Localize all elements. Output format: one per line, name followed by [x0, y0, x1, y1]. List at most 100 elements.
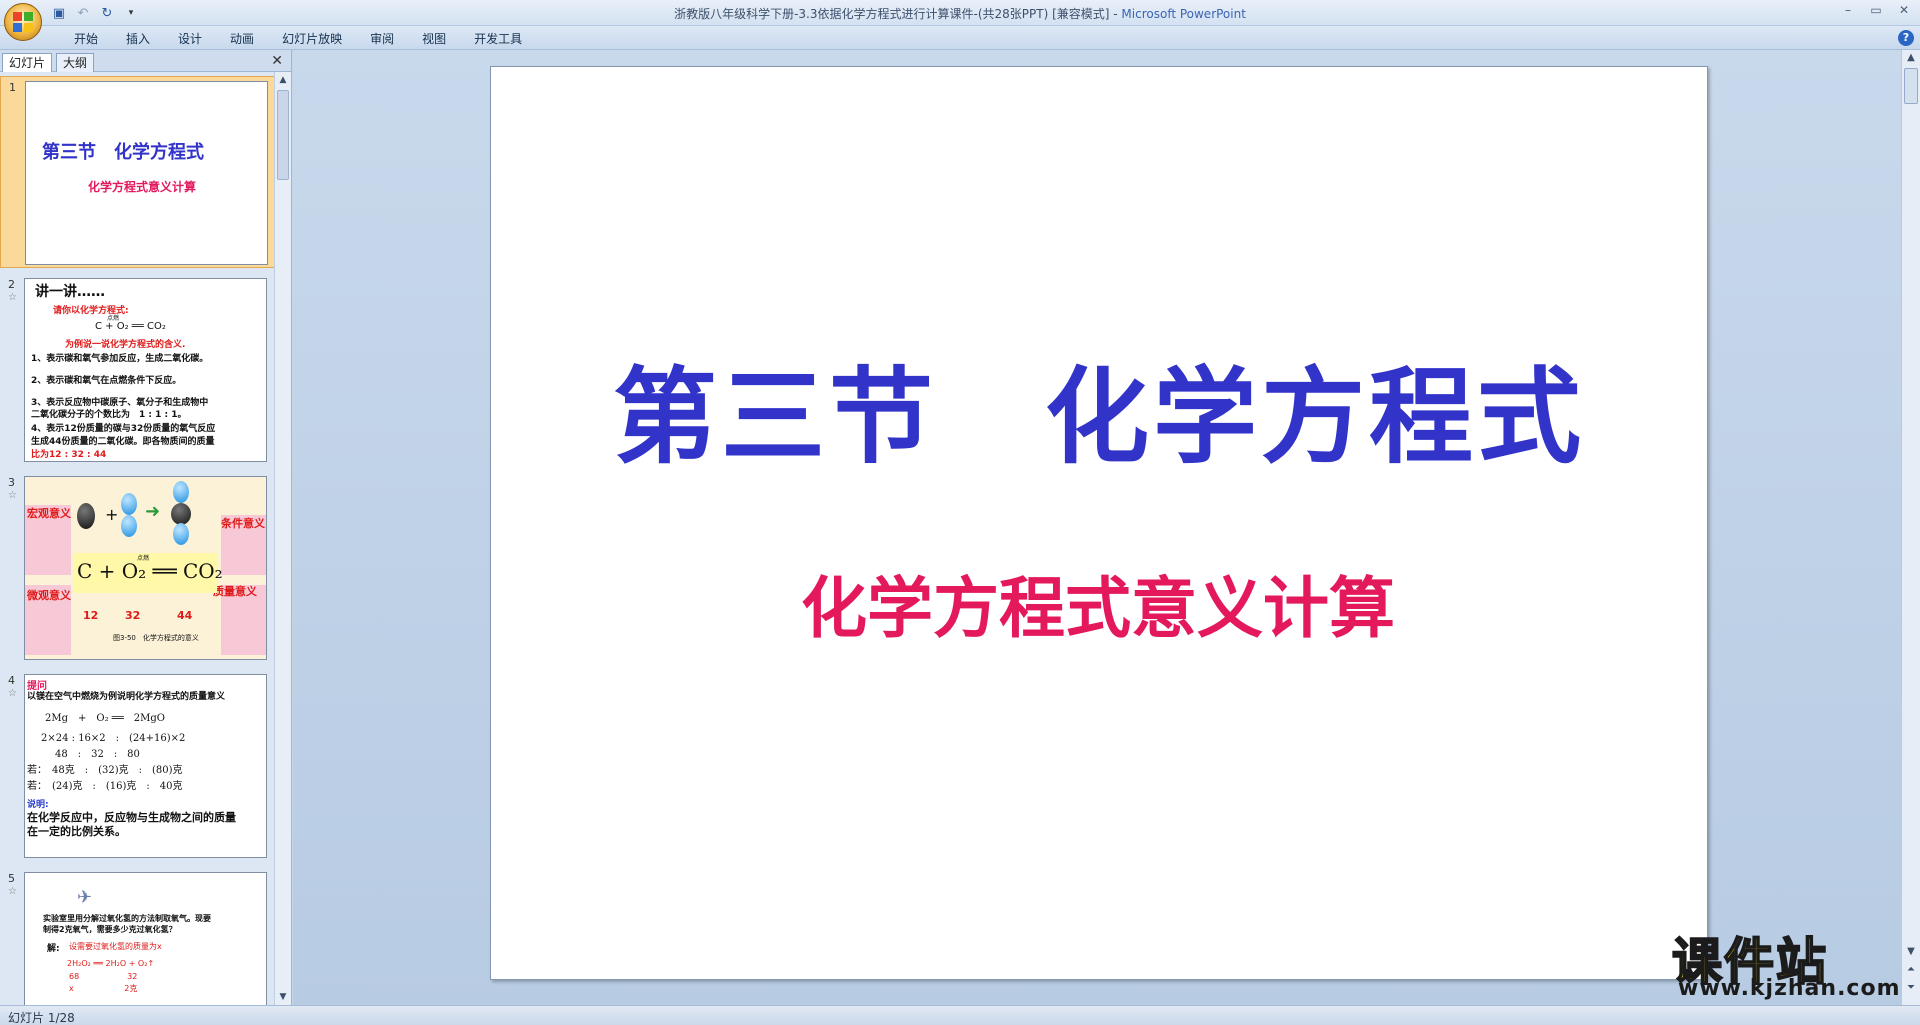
thumb-label-mass: 质量意义 — [213, 585, 257, 598]
tab-developer[interactable]: 开发工具 — [460, 30, 536, 48]
tab-outline[interactable]: 大纲 — [56, 53, 95, 72]
watermark-logo: 课件站 www.kjzhan.com — [1670, 922, 1910, 1006]
thumb-line: 若： 48克 : (32)克 : (80)克 — [27, 765, 183, 776]
close-icon[interactable]: ✕ — [271, 53, 283, 69]
status-bar: 幻灯片 1/28 — [0, 1005, 1920, 1025]
thumb-label-macro: 宏观意义 — [27, 507, 71, 520]
carbon-atom-icon — [171, 503, 191, 525]
thumb-calc: 2H₂O₂ ══ 2H₂O + O₂↑ — [67, 959, 155, 968]
app-name: Microsoft PowerPoint — [1121, 7, 1246, 21]
scroll-up-icon[interactable]: ▲ — [1902, 52, 1920, 63]
oxygen-atom-icon — [121, 515, 137, 537]
oxygen-atom-icon — [121, 493, 137, 515]
oxygen-atom-icon — [173, 523, 189, 545]
slide-thumbnail-3[interactable]: 3 ☆ 宏观意义 条件意义 微观意义 质量意义 + ➜ 点燃 C + O₂ ══… — [0, 472, 275, 664]
thumb-solve: 解: — [47, 944, 60, 954]
thumb-point: 1、表示碳和氧气参加反应，生成二氧化碳。 — [31, 354, 209, 364]
thumb-line: 2×24 : 16×2 : (24+16)×2 — [41, 733, 186, 744]
slide-subtitle[interactable]: 化学方程式意义计算 — [801, 555, 1395, 651]
thumb-heading: 讲一讲…… — [35, 284, 105, 300]
thumb-point: 2、表示碳和氧气在点燃条件下反应。 — [31, 376, 182, 386]
slide-thumbnail-1[interactable]: 1 第三节 化学方程式 化学方程式意义计算 — [0, 76, 275, 268]
ribbon-tab-bar: 开始 插入 设计 动画 幻灯片放映 审阅 视图 开发工具 ? — [0, 26, 1920, 50]
slide-number: 2 — [8, 278, 15, 291]
plus-icon: + — [105, 505, 119, 524]
thumb-note: 在一定的比例关系。 — [27, 825, 126, 838]
slide-editor: 第三节 化学方程式 化学方程式意义计算 — [293, 50, 1901, 1005]
panel-tab-row: 幻灯片 大纲 ✕ — [0, 50, 291, 72]
tab-home[interactable]: 开始 — [60, 30, 112, 48]
thumb-point: 二氧化碳分子的个数比为 1 : 1 : 1。 — [31, 410, 187, 420]
tab-insert[interactable]: 插入 — [112, 30, 164, 48]
thumb-title: 第三节 化学方程式 — [42, 142, 204, 163]
thumb-subtitle: 化学方程式意义计算 — [88, 180, 197, 194]
thumbnail-scrollbar[interactable]: ▲ ▼ — [274, 72, 291, 1005]
thumb-equation: C + O₂ ══ CO₂ — [77, 559, 223, 583]
slide-number: 5 — [8, 872, 15, 885]
animation-star-icon: ☆ — [8, 688, 17, 699]
thumb-text: 制得2克氧气，需要多少克过氧化氢？ — [43, 925, 177, 934]
animation-star-icon: ☆ — [8, 292, 17, 303]
thumb-calc: 68 32 — [69, 972, 138, 981]
office-logo-icon — [13, 12, 33, 32]
thumb-point: 比为12 : 32 : 44 — [31, 450, 107, 460]
thumb-mass: 12 — [83, 609, 99, 622]
thumb-line: 48 : 32 : 80 — [55, 749, 140, 760]
thumb-mass: 32 — [125, 609, 141, 622]
window-controls: – ▭ ✕ — [1838, 2, 1914, 18]
title-bar: ▣ ↶ ↻ ▾ 浙教版八年级科学下册-3.3依据化学方程式进行计算课件-(共28… — [0, 0, 1920, 41]
document-title: 浙教版八年级科学下册-3.3依据化学方程式进行计算课件-(共28张PPT) [兼… — [674, 7, 1110, 21]
thumb-line: 2Mg + O₂ ══ 2MgO — [45, 713, 166, 724]
close-icon[interactable]: ✕ — [1894, 2, 1914, 18]
tab-slides[interactable]: 幻灯片 — [2, 53, 53, 72]
current-slide[interactable]: 第三节 化学方程式 化学方程式意义计算 — [490, 66, 1708, 980]
carbon-atom-icon — [77, 503, 95, 529]
thumb-solve-text: 设需要过氧化氢的质量为x — [69, 942, 162, 951]
thumb-point: 4、表示12份质量的碳与32份质量的氧气反应 — [31, 424, 216, 434]
window-title: 浙教版八年级科学下册-3.3依据化学方程式进行计算课件-(共28张PPT) [兼… — [0, 5, 1920, 22]
animation-star-icon: ☆ — [8, 886, 17, 897]
editor-scrollbar[interactable]: ▲ ▼ ⏶ ⏷ — [1901, 50, 1920, 1005]
thumb-equation: C + O₂ ══ CO₂ — [95, 321, 166, 332]
thumb-line: 若： (24)克 : (16)克 : 40克 — [27, 781, 183, 792]
tab-view[interactable]: 视图 — [408, 30, 460, 48]
thumb-label-micro: 微观意义 — [27, 589, 71, 602]
thumbnail-list: 1 第三节 化学方程式 化学方程式意义计算 2 ☆ 讲一讲…… 请你以化学方程式… — [0, 72, 275, 1005]
thumb-text: 实验室里用分解过氧化氢的方法制取氧气。现要 — [43, 914, 211, 923]
slide-preview: ✈ 实验室里用分解过氧化氢的方法制取氧气。现要 制得2克氧气，需要多少克过氧化氢… — [24, 872, 267, 1005]
slide-preview: 讲一讲…… 请你以化学方程式: 点燃 C + O₂ ══ CO₂ 为例说一说化学… — [24, 278, 267, 462]
slide-number: 4 — [8, 674, 15, 687]
decorative-figure-icon: ✈ — [77, 887, 93, 908]
slide-preview: 第三节 化学方程式 化学方程式意义计算 — [25, 81, 268, 265]
slide-counter: 幻灯片 1/28 — [8, 1011, 75, 1025]
slide-title[interactable]: 第三节 化学方程式 — [491, 332, 1707, 483]
minimize-icon[interactable]: – — [1838, 2, 1858, 18]
tab-animations[interactable]: 动画 — [216, 30, 268, 48]
scrollbar-thumb[interactable] — [277, 90, 289, 180]
tab-slideshow[interactable]: 幻灯片放映 — [268, 30, 356, 48]
help-icon[interactable]: ? — [1898, 30, 1914, 46]
slides-panel: 幻灯片 大纲 ✕ 1 第三节 化学方程式 化学方程式意义计算 2 ☆ 讲一讲……… — [0, 50, 292, 1005]
thumb-label-condition: 条件意义 — [221, 517, 265, 530]
slide-number: 3 — [8, 476, 15, 489]
slide-thumbnail-2[interactable]: 2 ☆ 讲一讲…… 请你以化学方程式: 点燃 C + O₂ ══ CO₂ 为例说… — [0, 274, 275, 466]
thumb-caption: 图3-50 化学方程式的意义 — [113, 634, 199, 642]
scrollbar-thumb[interactable] — [1904, 68, 1918, 104]
scroll-up-icon[interactable]: ▲ — [275, 72, 291, 88]
scroll-down-icon[interactable]: ▼ — [275, 989, 291, 1005]
thumb-mass: 44 — [177, 609, 193, 622]
maximize-icon[interactable]: ▭ — [1866, 2, 1886, 18]
oxygen-atom-icon — [173, 481, 189, 503]
slide-preview: 提问 以镁在空气中燃烧为例说明化学方程式的质量意义 2Mg + O₂ ══ 2M… — [24, 674, 267, 858]
thumb-point: 生成44份质量的二氧化碳。即各物质间的质量 — [31, 437, 215, 447]
slide-preview: 宏观意义 条件意义 微观意义 质量意义 + ➜ 点燃 C + O₂ ══ CO₂… — [24, 476, 267, 660]
thumb-instruction: 为例说一说化学方程式的含义. — [65, 340, 186, 350]
slide-thumbnail-4[interactable]: 4 ☆ 提问 以镁在空气中燃烧为例说明化学方程式的质量意义 2Mg + O₂ ═… — [0, 670, 275, 862]
watermark-url: www.kjzhan.com — [1678, 976, 1901, 1001]
thumb-calc: x 2克 — [69, 984, 138, 993]
thumb-question: 以镁在空气中燃烧为例说明化学方程式的质量意义 — [27, 692, 226, 702]
tab-review[interactable]: 审阅 — [356, 30, 408, 48]
slide-thumbnail-5[interactable]: 5 ☆ ✈ 实验室里用分解过氧化氢的方法制取氧气。现要 制得2克氧气，需要多少克… — [0, 868, 275, 1005]
office-button[interactable] — [4, 3, 42, 41]
tab-design[interactable]: 设计 — [164, 30, 216, 48]
